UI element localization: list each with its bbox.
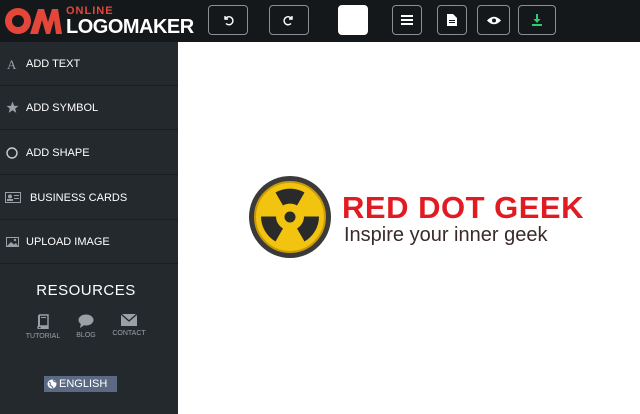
file-button[interactable] xyxy=(437,5,467,35)
app-logo[interactable]: ONLINE LOGOMAKER xyxy=(4,4,194,38)
logo-brand-text: LOGOMAKER xyxy=(66,15,194,38)
svg-text:A: A xyxy=(7,58,17,70)
file-icon xyxy=(447,14,457,26)
sidebar-item-business-cards[interactable]: BUSINESS CARDS xyxy=(0,176,178,220)
layers-button[interactable] xyxy=(392,5,422,35)
resource-label: CONTACT xyxy=(112,330,146,337)
logo-tagline-text[interactable]: Inspire your inner geek xyxy=(344,224,547,247)
list-icon xyxy=(401,15,413,25)
star-icon xyxy=(4,101,20,114)
comment-icon xyxy=(64,314,108,328)
undo-icon xyxy=(222,14,234,26)
preview-button[interactable] xyxy=(477,5,510,35)
resource-label: TUTORIAL xyxy=(25,333,61,340)
sidebar: A ADD TEXT ADD SYMBOL ADD SHAPE BUSINESS… xyxy=(0,42,178,414)
redo-button[interactable] xyxy=(269,5,309,35)
download-button[interactable] xyxy=(518,5,556,35)
sidebar-item-add-symbol[interactable]: ADD SYMBOL xyxy=(0,86,178,130)
sidebar-item-label: UPLOAD IMAGE xyxy=(26,235,110,248)
resource-contact[interactable]: CONTACT xyxy=(107,314,151,337)
eye-icon xyxy=(486,16,501,25)
envelope-icon xyxy=(107,314,151,326)
sidebar-item-upload-image[interactable]: UPLOAD IMAGE xyxy=(0,220,178,264)
circle-icon xyxy=(4,146,20,159)
radiation-icon[interactable] xyxy=(248,175,332,259)
undo-button[interactable] xyxy=(208,5,248,35)
logo-mark-icon xyxy=(4,6,62,36)
download-icon xyxy=(531,14,543,26)
top-toolbar: ONLINE LOGOMAKER xyxy=(0,0,640,42)
sidebar-item-label: ADD TEXT xyxy=(26,57,81,70)
sidebar-item-add-shape[interactable]: ADD SHAPE xyxy=(0,131,178,175)
globe-icon xyxy=(47,379,57,389)
sidebar-item-add-text[interactable]: A ADD TEXT xyxy=(0,42,178,86)
sidebar-item-label: BUSINESS CARDS xyxy=(30,191,128,204)
resources-title: RESOURCES xyxy=(36,282,136,299)
resource-label: BLOG xyxy=(76,332,96,339)
image-icon xyxy=(4,236,20,247)
color-swatch-button[interactable] xyxy=(338,5,368,35)
id-card-icon xyxy=(4,192,22,203)
logo-online-text: ONLINE xyxy=(66,4,114,17)
book-icon xyxy=(21,314,65,329)
redo-icon xyxy=(283,14,295,26)
text-icon: A xyxy=(4,58,20,70)
resource-tutorial[interactable]: TUTORIAL xyxy=(21,314,65,340)
design-canvas[interactable]: RED DOT GEEK Inspire your inner geek xyxy=(178,42,640,414)
language-label: ENGLISH xyxy=(59,378,108,390)
sidebar-item-label: ADD SHAPE xyxy=(26,146,90,159)
language-selector[interactable]: ENGLISH xyxy=(44,376,117,392)
resource-blog[interactable]: BLOG xyxy=(64,314,108,339)
sidebar-item-label: ADD SYMBOL xyxy=(26,101,99,114)
logo-brand-name-text[interactable]: RED DOT GEEK xyxy=(342,190,584,226)
